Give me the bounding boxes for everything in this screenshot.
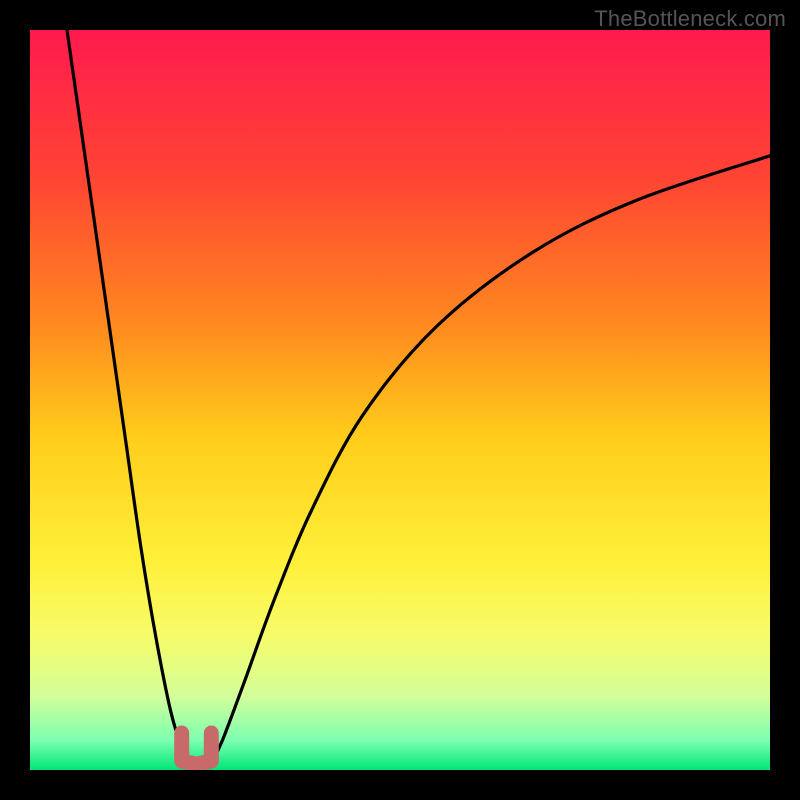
outer-frame: TheBottleneck.com (0, 0, 800, 800)
gradient-background (30, 30, 770, 770)
bottleneck-curve-chart (30, 30, 770, 770)
watermark-text: TheBottleneck.com (594, 6, 786, 32)
plot-area (30, 30, 770, 770)
